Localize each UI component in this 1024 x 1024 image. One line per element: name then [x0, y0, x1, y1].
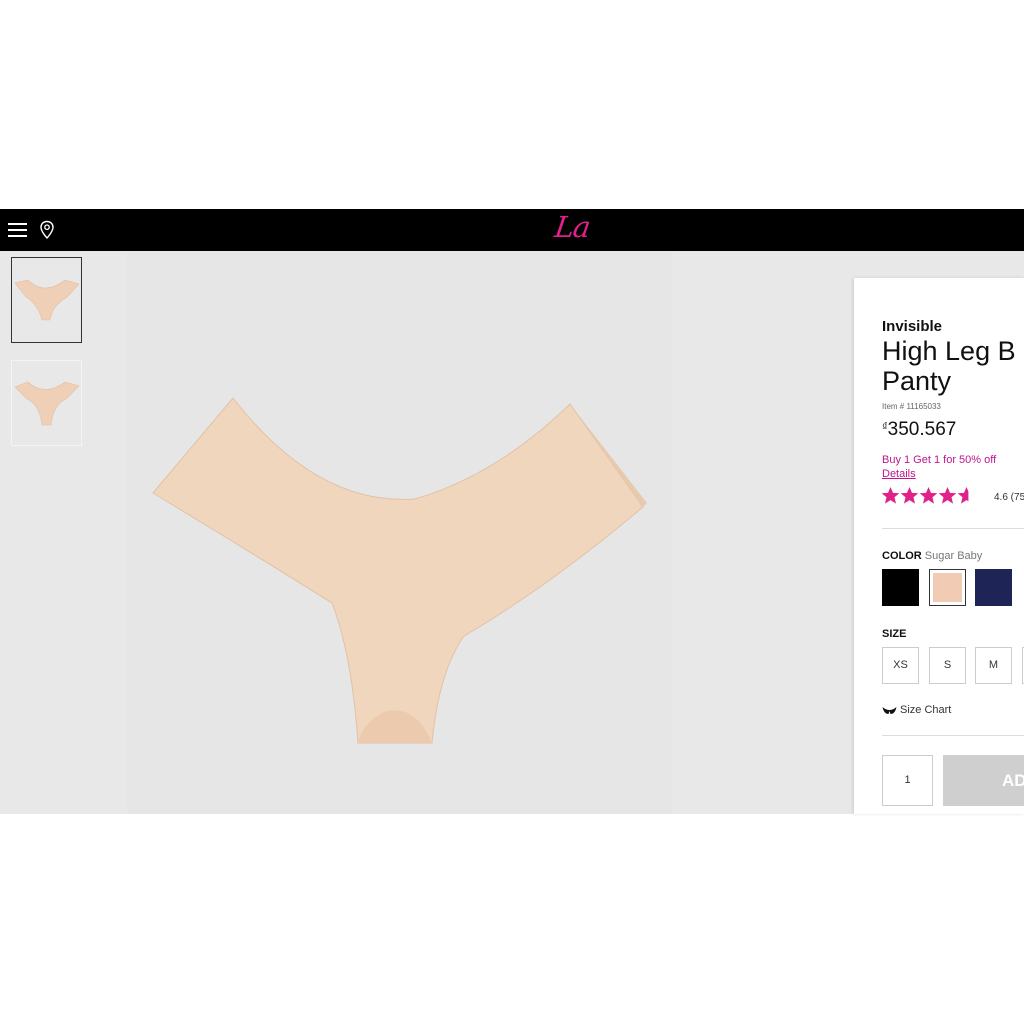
size-xs-button[interactable]: XS — [882, 647, 919, 684]
quantity-input[interactable]: 1 — [882, 755, 933, 806]
bra-icon — [882, 706, 897, 714]
star-icon — [919, 486, 938, 504]
thumbnail-1[interactable] — [11, 257, 82, 343]
color-label-heading: COLOR — [882, 550, 922, 562]
promo-message: Buy 1 Get 1 for 50% off Details — [882, 453, 996, 481]
rating-text[interactable]: 4.6 (75 — [994, 492, 1024, 503]
divider — [882, 528, 1024, 529]
star-icon — [900, 486, 919, 504]
star-icon — [881, 486, 900, 504]
color-label: COLOR Sugar Baby — [882, 550, 982, 562]
item-number: Item # 11165033 — [882, 402, 941, 411]
star-icon — [938, 486, 957, 504]
rating-stars[interactable] — [881, 486, 976, 508]
location-pin-icon[interactable] — [39, 220, 55, 240]
add-to-bag-button[interactable]: AD — [943, 755, 1024, 806]
collection-name: Invisible — [882, 318, 943, 335]
product-title-line-1: High Leg B — [882, 336, 1016, 366]
price-value: 350.567 — [887, 419, 957, 440]
color-swatch-navy[interactable] — [975, 569, 1012, 606]
top-nav-bar — [0, 209, 1024, 251]
hamburger-menu-icon[interactable] — [8, 223, 27, 237]
size-s-button[interactable]: S — [929, 647, 966, 684]
promo-details-link[interactable]: Details — [882, 467, 996, 481]
product-title-line-2: Panty — [882, 366, 952, 396]
size-m-button[interactable]: M — [975, 647, 1012, 684]
color-swatch-black[interactable] — [882, 569, 919, 606]
la-senza-logo[interactable]: La Senza — [547, 206, 668, 286]
size-chart-label: Size Chart — [900, 704, 952, 716]
currency-symbol: ₫ — [882, 421, 888, 433]
size-chart-link[interactable]: Size Chart — [882, 704, 951, 716]
color-swatch-sugar-baby[interactable] — [929, 569, 966, 606]
main-product-image[interactable] — [127, 251, 672, 814]
divider — [882, 735, 1024, 736]
star-icon — [957, 486, 976, 504]
thumbnail-2[interactable] — [11, 360, 82, 446]
price: ₫350.567 — [882, 419, 956, 441]
product-details-panel: Invisible High Leg B Panty Item # 111650… — [854, 278, 1024, 814]
promo-text: Buy 1 Get 1 for 50% off — [882, 454, 997, 466]
product-title: High Leg B Panty — [882, 336, 1024, 396]
size-label: SIZE — [882, 628, 907, 640]
selected-color-name: Sugar Baby — [924, 550, 983, 562]
